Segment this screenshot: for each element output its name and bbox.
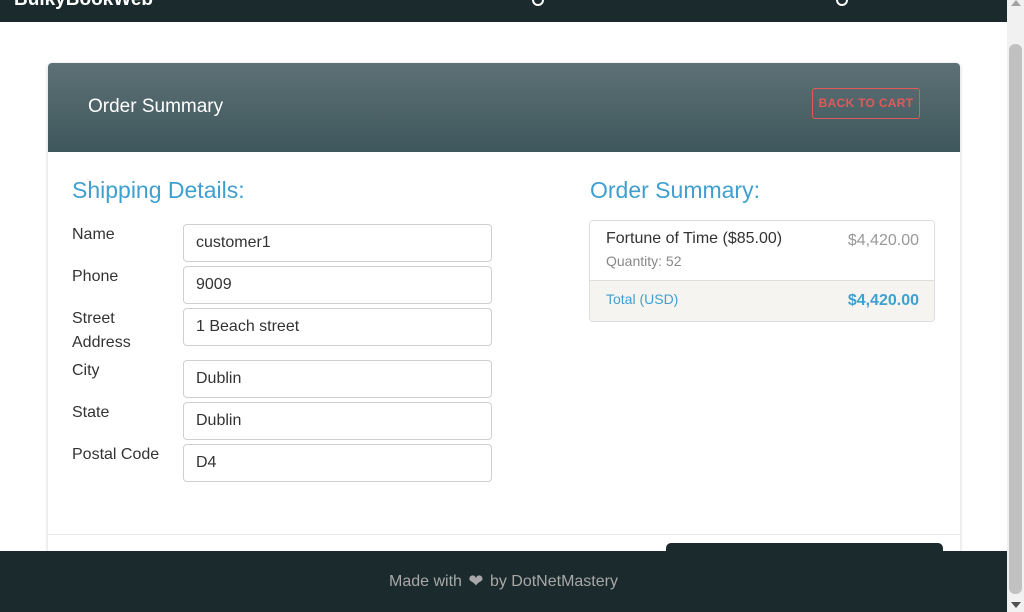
item-price: $4,420.00 xyxy=(847,232,919,249)
brand-logo-text[interactable]: BulkyBookWeb xyxy=(14,0,153,11)
card-header: Order Summary BACK TO CART xyxy=(48,63,960,152)
phone-label: Phone xyxy=(72,268,119,285)
postal-code-input[interactable]: D4 xyxy=(183,444,492,482)
nav-icon[interactable] xyxy=(532,0,544,6)
user-icon[interactable] xyxy=(836,0,848,6)
footer-credit: by DotNetMastery xyxy=(489,573,618,590)
phone-input[interactable]: 9009 xyxy=(183,266,492,304)
card-footer-divider xyxy=(48,534,960,535)
order-summary-list: Fortune of Time ($85.00) Quantity: 52 $4… xyxy=(589,220,935,322)
page-title: Order Summary xyxy=(88,96,224,117)
total-row: Total (USD) $4,420.00 xyxy=(590,281,934,321)
vertical-scrollbar[interactable] xyxy=(1007,0,1024,612)
page-footer: Made with ❤ by DotNetMastery xyxy=(0,551,1007,612)
heart-icon: ❤ xyxy=(468,571,484,591)
name-label: Name xyxy=(72,226,115,243)
item-title: Fortune of Time ($85.00) xyxy=(606,230,783,247)
back-to-cart-button[interactable]: BACK TO CART xyxy=(812,88,920,119)
postal-code-label: Postal Code xyxy=(72,446,160,463)
total-label: Total (USD) xyxy=(606,291,679,307)
list-item: Fortune of Time ($85.00) Quantity: 52 $4… xyxy=(590,221,934,281)
top-navbar: BulkyBookWeb xyxy=(0,0,1007,22)
state-label: State xyxy=(72,404,110,421)
item-quantity: Quantity: 52 xyxy=(606,253,682,269)
scroll-up-arrow-icon[interactable] xyxy=(1011,0,1021,6)
name-input[interactable]: customer1 xyxy=(183,224,492,262)
city-input[interactable]: Dublin xyxy=(183,360,492,398)
total-value: $4,420.00 xyxy=(847,292,919,309)
order-summary-card: Order Summary BACK TO CART Shipping Deta… xyxy=(48,63,960,563)
scroll-down-arrow-icon[interactable] xyxy=(1011,602,1021,608)
street-address-label: Street Address xyxy=(72,310,131,351)
state-input[interactable]: Dublin xyxy=(183,402,492,440)
city-label: City xyxy=(72,362,100,379)
shipping-details-heading: Shipping Details: xyxy=(72,177,245,203)
footer-made-with: Made with xyxy=(389,573,462,590)
order-summary-heading: Order Summary: xyxy=(590,177,760,203)
scroll-thumb[interactable] xyxy=(1009,44,1022,594)
street-address-input[interactable]: 1 Beach street xyxy=(183,308,492,346)
